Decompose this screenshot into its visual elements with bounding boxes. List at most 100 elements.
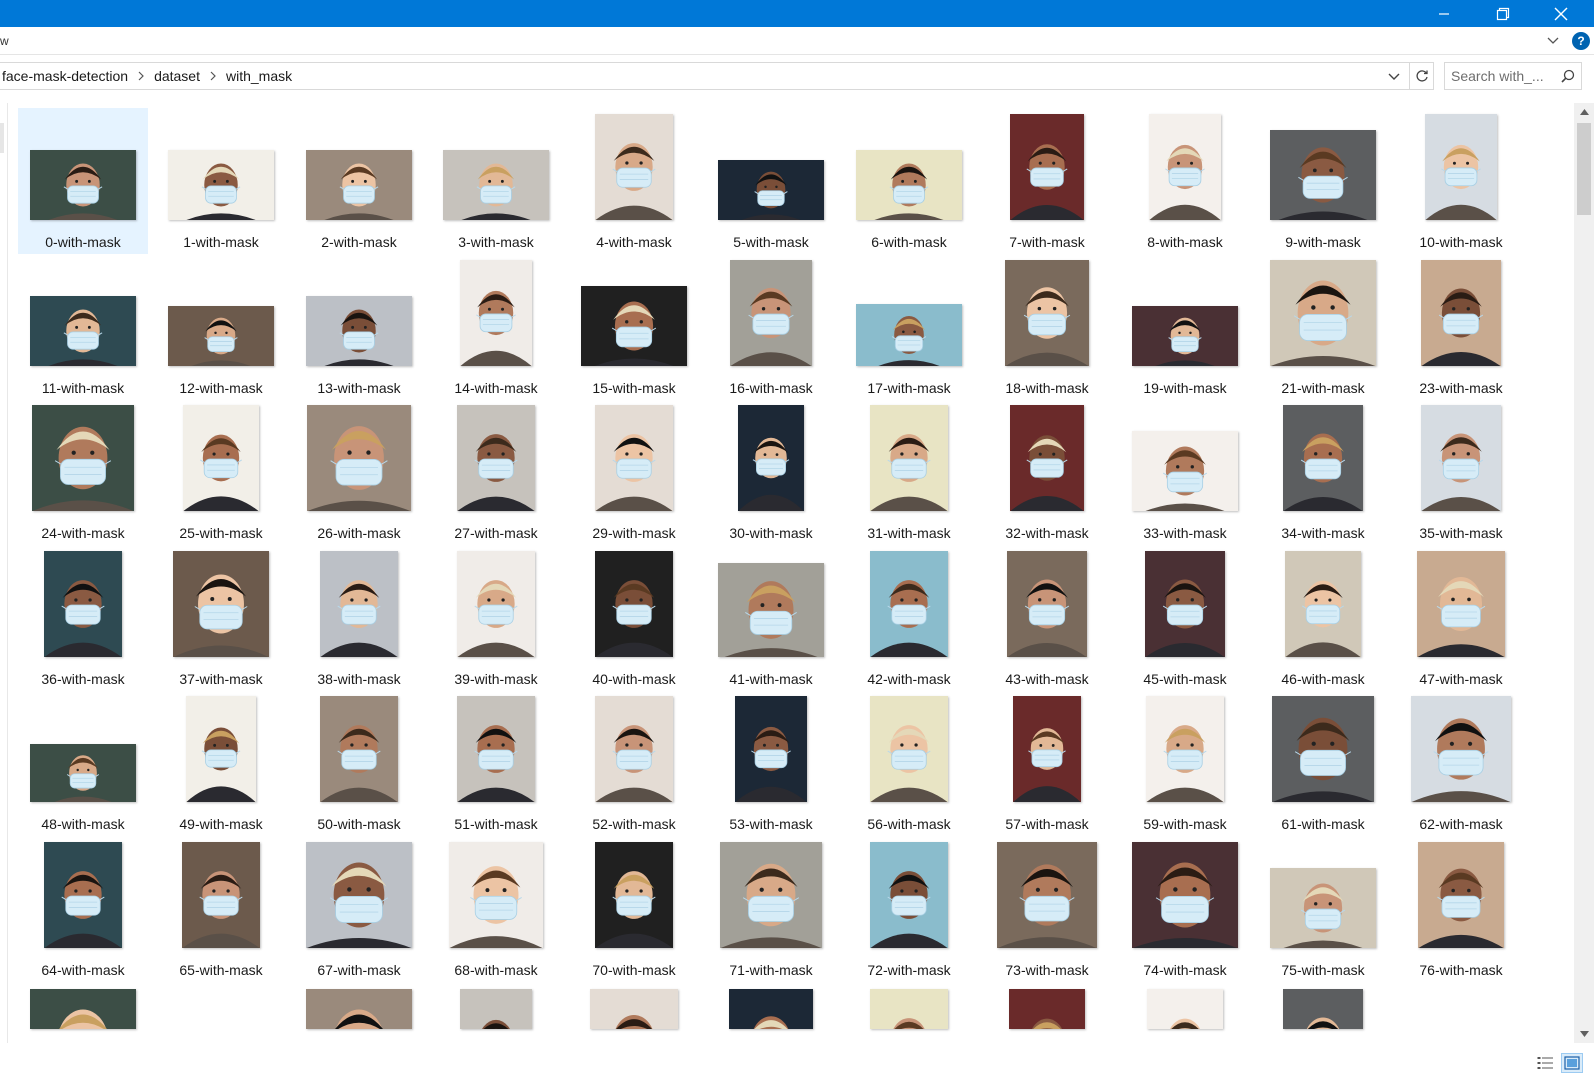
file-item[interactable]: 47-with-mask	[1396, 545, 1526, 691]
chevron-right-icon[interactable]	[130, 68, 152, 84]
file-item[interactable]: 46-with-mask	[1258, 545, 1388, 691]
file-item[interactable]: 40-with-mask	[569, 545, 699, 691]
scrollbar-thumb[interactable]	[1577, 123, 1591, 215]
file-item[interactable]: 68-with-mask	[431, 836, 561, 982]
file-item[interactable]: 7-with-mask	[982, 108, 1112, 254]
file-item[interactable]: 72-with-mask	[844, 836, 974, 982]
file-item[interactable]: 34-with-mask	[1258, 399, 1388, 545]
file-item[interactable]: 45-with-mask	[1120, 545, 1250, 691]
close-button[interactable]	[1538, 0, 1584, 27]
file-item[interactable]: 36-with-mask	[18, 545, 148, 691]
file-item[interactable]: 53-with-mask	[706, 690, 836, 836]
file-item[interactable]: 3-with-mask	[431, 108, 561, 254]
file-item[interactable]: 64-with-mask	[18, 836, 148, 982]
file-item[interactable]: 50-with-mask	[294, 690, 424, 836]
help-button[interactable]: ?	[1572, 32, 1590, 50]
file-item[interactable]: 27-with-mask	[431, 399, 561, 545]
file-item[interactable]: 65-with-mask	[156, 836, 286, 982]
file-item[interactable]: 39-with-mask	[431, 545, 561, 691]
file-item[interactable]: 32-with-mask	[982, 399, 1112, 545]
file-item[interactable]: 67-with-mask	[294, 836, 424, 982]
file-item[interactable]: 31-with-mask	[844, 399, 974, 545]
file-item[interactable]: 41-with-mask	[706, 545, 836, 691]
file-item[interactable]: 52-with-mask	[569, 690, 699, 836]
file-item[interactable]: 56-with-mask	[844, 690, 974, 836]
file-item[interactable]: 74-with-mask	[1120, 836, 1250, 982]
file-item[interactable]: 14-with-mask	[431, 254, 561, 400]
file-item[interactable]	[569, 981, 699, 1048]
scroll-down-button[interactable]	[1574, 1025, 1594, 1043]
file-item[interactable]: 2-with-mask	[294, 108, 424, 254]
address-bar[interactable]: face-mask-detection dataset with_mask	[0, 62, 1410, 90]
file-item[interactable]: 38-with-mask	[294, 545, 424, 691]
file-item[interactable]: 13-with-mask	[294, 254, 424, 400]
minimize-button[interactable]	[1421, 0, 1467, 27]
file-item[interactable]: 25-with-mask	[156, 399, 286, 545]
file-item[interactable]: 49-with-mask	[156, 690, 286, 836]
file-item[interactable]: 12-with-mask	[156, 254, 286, 400]
file-item[interactable]: 10-with-mask	[1396, 108, 1526, 254]
file-item[interactable]: 26-with-mask	[294, 399, 424, 545]
file-item[interactable]: 73-with-mask	[982, 836, 1112, 982]
large-icons-view-button[interactable]	[1561, 1053, 1583, 1073]
breadcrumb-item[interactable]: dataset	[152, 68, 202, 84]
file-item[interactable]: 62-with-mask	[1396, 690, 1526, 836]
address-history-button[interactable]	[1386, 69, 1402, 85]
search-icon[interactable]	[1561, 69, 1575, 83]
vertical-scrollbar[interactable]	[1574, 103, 1594, 1043]
file-item[interactable]	[982, 981, 1112, 1048]
search-box[interactable]	[1444, 62, 1582, 90]
file-item[interactable]	[706, 981, 836, 1048]
file-item[interactable]: 24-with-mask	[18, 399, 148, 545]
file-item[interactable]: 0-with-mask	[18, 108, 148, 254]
restore-button[interactable]	[1480, 0, 1526, 27]
file-name-label: 57-with-mask	[1005, 816, 1089, 832]
file-item[interactable]: 4-with-mask	[569, 108, 699, 254]
file-item[interactable]: 33-with-mask	[1120, 399, 1250, 545]
refresh-button[interactable]	[1410, 62, 1434, 90]
file-item[interactable]: 19-with-mask	[1120, 254, 1250, 400]
file-item[interactable]: 9-with-mask	[1258, 108, 1388, 254]
file-item[interactable]	[18, 981, 148, 1048]
file-item[interactable]: 42-with-mask	[844, 545, 974, 691]
file-item[interactable]: 35-with-mask	[1396, 399, 1526, 545]
file-item[interactable]: 71-with-mask	[706, 836, 836, 982]
file-item[interactable]: 11-with-mask	[18, 254, 148, 400]
file-item[interactable]: 75-with-mask	[1258, 836, 1388, 982]
file-item[interactable]: 6-with-mask	[844, 108, 974, 254]
file-item[interactable]: 16-with-mask	[706, 254, 836, 400]
file-item[interactable]	[294, 981, 424, 1048]
breadcrumb-item[interactable]: with_mask	[224, 68, 294, 84]
file-item[interactable]: 30-with-mask	[706, 399, 836, 545]
file-item[interactable]	[1258, 981, 1388, 1048]
file-item[interactable]: 5-with-mask	[706, 108, 836, 254]
file-item[interactable]: 8-with-mask	[1120, 108, 1250, 254]
expand-ribbon-button[interactable]	[1544, 33, 1562, 49]
details-view-button[interactable]	[1535, 1054, 1555, 1072]
file-item[interactable]	[431, 981, 561, 1048]
ribbon-tab-fragment[interactable]: w	[0, 34, 9, 48]
file-item[interactable]: 23-with-mask	[1396, 254, 1526, 400]
file-item[interactable]: 51-with-mask	[431, 690, 561, 836]
file-item[interactable]: 18-with-mask	[982, 254, 1112, 400]
file-item[interactable]: 48-with-mask	[18, 690, 148, 836]
chevron-right-icon[interactable]	[202, 68, 224, 84]
file-item[interactable]: 59-with-mask	[1120, 690, 1250, 836]
file-item[interactable]	[844, 981, 974, 1048]
file-item[interactable]: 21-with-mask	[1258, 254, 1388, 400]
search-input[interactable]	[1451, 68, 1551, 84]
file-item[interactable]: 43-with-mask	[982, 545, 1112, 691]
file-item[interactable]: 70-with-mask	[569, 836, 699, 982]
file-item[interactable]: 15-with-mask	[569, 254, 699, 400]
file-item[interactable]: 76-with-mask	[1396, 836, 1526, 982]
file-item[interactable]: 1-with-mask	[156, 108, 286, 254]
file-item[interactable]: 61-with-mask	[1258, 690, 1388, 836]
file-item[interactable]: 17-with-mask	[844, 254, 974, 400]
file-item[interactable]: 29-with-mask	[569, 399, 699, 545]
scroll-up-button[interactable]	[1574, 103, 1594, 121]
file-item[interactable]: 57-with-mask	[982, 690, 1112, 836]
breadcrumb-item[interactable]: face-mask-detection	[0, 68, 130, 84]
navigation-pane-edge[interactable]	[0, 103, 8, 1043]
file-item[interactable]	[1120, 981, 1250, 1048]
file-item[interactable]: 37-with-mask	[156, 545, 286, 691]
